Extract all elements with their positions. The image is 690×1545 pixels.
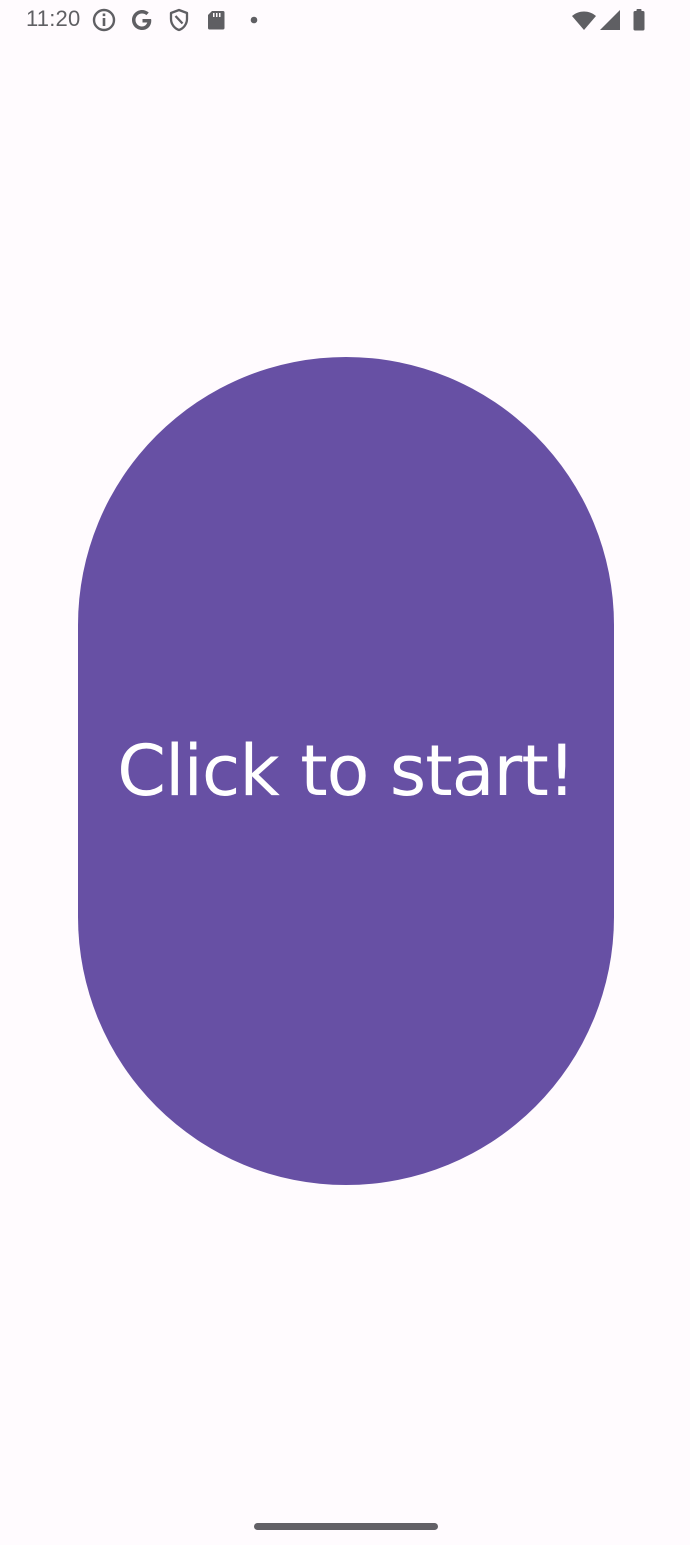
wifi-icon	[572, 11, 596, 30]
start-button[interactable]: Click to start!	[78, 357, 614, 1185]
status-bar: 11:20	[0, 0, 690, 40]
shield-icon	[169, 8, 189, 32]
notification-dot-icon	[250, 16, 258, 24]
sd-card-icon	[208, 11, 225, 30]
status-time: 11:20	[26, 6, 81, 31]
gesture-nav-handle[interactable]	[254, 1523, 438, 1530]
google-icon	[132, 10, 152, 30]
cell-signal-icon	[600, 10, 620, 30]
info-icon	[92, 8, 116, 32]
battery-icon	[633, 9, 645, 31]
start-button-label: Click to start!	[117, 730, 576, 812]
